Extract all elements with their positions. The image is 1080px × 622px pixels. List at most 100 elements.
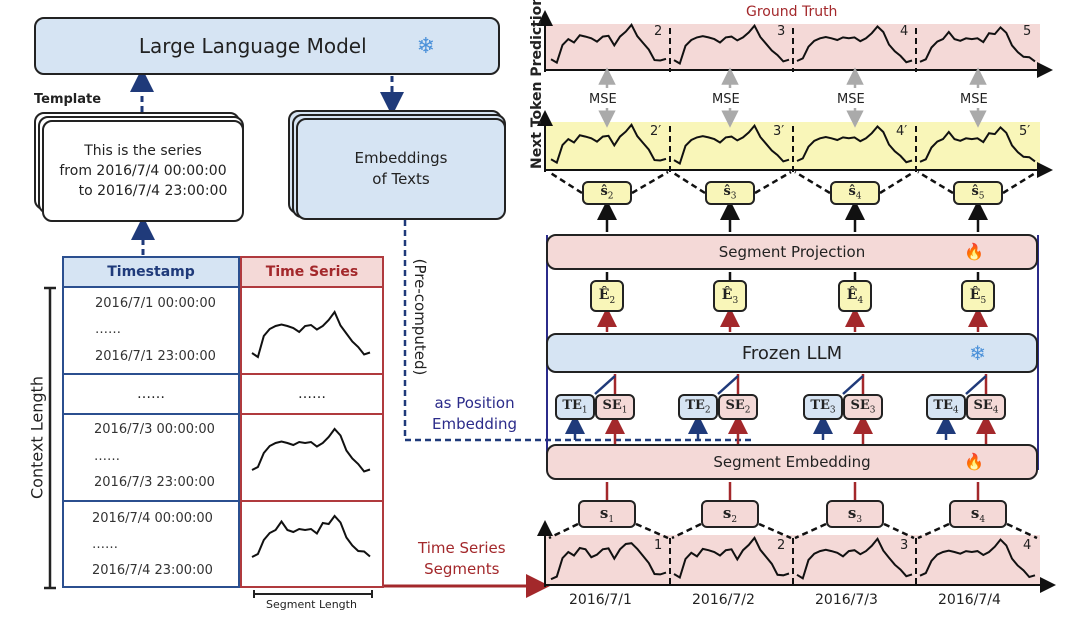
te-box: TE4 <box>926 394 966 420</box>
ts-segments-line-2: Segments <box>424 560 500 578</box>
table-row: …… <box>62 375 240 415</box>
llm-title: Large Language Model <box>138 34 367 58</box>
pred-marker: 2′ <box>650 124 662 139</box>
mse-label: MSE <box>837 92 865 107</box>
segment-length-label: Segment Length <box>266 598 357 611</box>
row4-end: 2016/7/4 23:00:00 <box>92 563 213 578</box>
s-box-text: s1 <box>599 503 615 525</box>
segment-embedding-label: Segment Embedding <box>713 453 871 471</box>
e-hat-box: Ê4 <box>838 280 872 312</box>
precomputed-label: (Pre-computed) <box>411 258 429 376</box>
fire-icon: 🔥 <box>964 244 984 261</box>
se-box-text: SE4 <box>973 398 999 416</box>
se-box: SE1 <box>595 394 635 420</box>
pred-marker: 5′ <box>1019 124 1031 139</box>
e-hat-box-text: Ê5 <box>969 286 987 306</box>
se-box: SE4 <box>966 394 1006 420</box>
s-hat-box: ŝ4 <box>830 181 880 205</box>
s-box-text: s2 <box>722 503 738 525</box>
table-series-cell <box>240 288 384 375</box>
te-box-text: TE1 <box>562 398 588 416</box>
position-embedding-label: as Position Embedding <box>432 393 517 435</box>
segment-embedding-box: Segment Embedding 🔥 <box>546 444 1038 480</box>
row1-dots: …… <box>95 322 121 337</box>
embeddings-line-1: Embeddings <box>354 149 448 167</box>
context-length-label: Context Length <box>27 376 47 499</box>
te-box: TE3 <box>803 394 843 420</box>
embeddings-card: Embeddings of Texts <box>296 118 506 220</box>
row3-end: 2016/7/3 23:00:00 <box>94 475 215 490</box>
s-hat-bracket <box>917 170 954 195</box>
te-to-llm <box>594 375 616 395</box>
e-hat-box: Ê3 <box>713 280 747 312</box>
row1-end: 2016/7/1 23:00:00 <box>95 349 216 364</box>
row1-start: 2016/7/1 00:00:00 <box>95 296 216 311</box>
frozen-llm-label: Frozen LLM <box>741 342 843 364</box>
gt-marker: 3 <box>777 24 786 39</box>
te-to-llm <box>842 375 864 395</box>
snowflake-icon: ❄ <box>416 33 436 58</box>
s-hat-box: ŝ3 <box>705 181 755 205</box>
e-hat-box-text: Ê2 <box>598 286 616 306</box>
position-embedding-line-2: Embedding <box>432 415 518 433</box>
template-line-1: This is the series <box>84 143 202 159</box>
s-hat-box: ŝ5 <box>953 181 1003 205</box>
s-box-text: s3 <box>847 503 863 525</box>
table-series-cell: …… <box>240 375 384 415</box>
llm-box: Large Language Model ❄ <box>34 17 500 75</box>
segment-projection-label: Segment Projection <box>718 243 866 261</box>
s-box-text: s4 <box>970 503 986 525</box>
se-box-text: SE1 <box>602 398 628 416</box>
pred-marker: 3′ <box>773 124 785 139</box>
date-tick: 2016/7/2 <box>692 592 755 608</box>
s-box: s1 <box>578 500 636 528</box>
snowflake-icon: ❄ <box>969 342 986 365</box>
e-hat-box-text: Ê4 <box>846 286 864 306</box>
input-marker: 3 <box>900 538 909 553</box>
s-box: s2 <box>701 500 759 528</box>
s-hat-bracket <box>879 170 915 195</box>
gt-marker: 5 <box>1023 24 1032 39</box>
s-hat-bracket <box>548 170 583 195</box>
s-hat-box: ŝ2 <box>582 181 632 205</box>
s-hat-bracket <box>754 170 792 195</box>
date-tick: 2016/7/4 <box>938 592 1001 608</box>
template-line-3: to 2016/7/4 23:00:00 <box>78 183 228 199</box>
template-card: This is the series from 2016/7/4 00:00:0… <box>42 120 244 222</box>
s-hat-bracket <box>631 170 669 195</box>
e-hat-box: Ê5 <box>961 280 995 312</box>
input-marker: 1 <box>654 538 663 553</box>
time-series-header: Time Series <box>240 256 384 288</box>
se-box-text: SE3 <box>850 398 876 416</box>
se-box: SE2 <box>718 394 758 420</box>
s-hat-box-text: ŝ4 <box>848 184 862 202</box>
next-token-prediction-label: Next Token Prediction <box>529 0 545 169</box>
segment-length-bracket <box>253 590 373 598</box>
s-hat-box-text: ŝ2 <box>600 184 614 202</box>
embeddings-line-2: of Texts <box>372 170 430 188</box>
te-to-llm <box>717 375 739 395</box>
s-box: s4 <box>949 500 1007 528</box>
mse-label: MSE <box>589 92 617 107</box>
te-box-text: TE4 <box>933 398 959 416</box>
s-hat-box-text: ŝ5 <box>971 184 985 202</box>
position-embedding-line-1: as Position <box>434 394 515 412</box>
template-line-2: from 2016/7/4 00:00:00 <box>59 163 227 179</box>
te-box: TE1 <box>555 394 595 420</box>
s-box: s3 <box>826 500 884 528</box>
input-marker: 2 <box>777 538 786 553</box>
frozen-llm-box: Frozen LLM ❄ <box>546 333 1038 373</box>
s-hat-bracket <box>1002 170 1038 195</box>
mse-label: MSE <box>960 92 988 107</box>
ts-segments-line-1: Time Series <box>418 539 506 557</box>
mse-label: MSE <box>712 92 740 107</box>
pred-marker: 4′ <box>896 124 908 139</box>
date-tick: 2016/7/3 <box>815 592 878 608</box>
gt-marker: 4 <box>900 24 909 39</box>
e-hat-box: Ê2 <box>590 280 624 312</box>
fire-icon: 🔥 <box>964 454 984 471</box>
timestamp-header: Timestamp <box>62 256 240 288</box>
time-series-header-text: Time Series <box>265 264 359 280</box>
row2-ellipsis: …… <box>137 386 165 402</box>
row4-dots: …… <box>92 537 118 552</box>
